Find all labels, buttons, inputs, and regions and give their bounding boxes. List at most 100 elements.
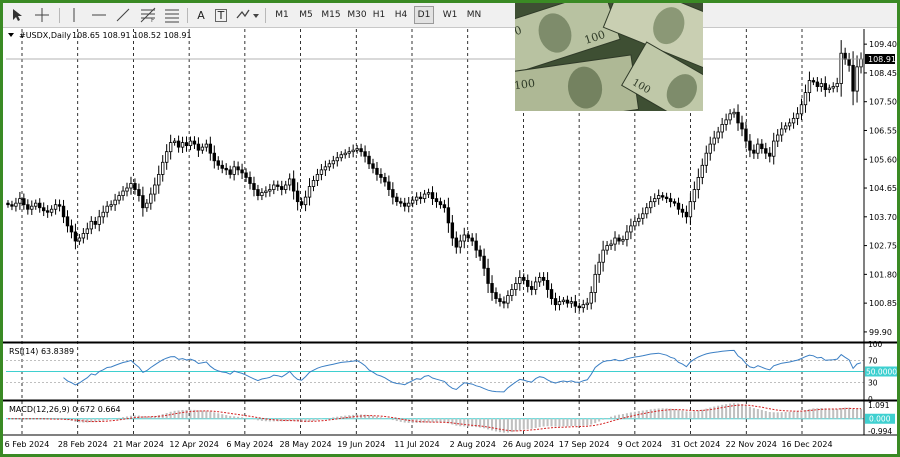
candle-body (42, 207, 46, 212)
candle-body (498, 298, 502, 303)
candle-body (188, 140, 193, 147)
candle-body (748, 140, 752, 151)
candle-body (137, 189, 141, 197)
candle-body (284, 184, 288, 190)
candle-body (105, 205, 109, 213)
candle-body (561, 299, 566, 303)
candle-body (462, 234, 466, 242)
y-tick-label: 104.65 (869, 184, 897, 193)
candle-body (276, 184, 280, 187)
y-tick-label: 106.55 (869, 126, 897, 135)
x-tick-label: 28 Feb 2024 (58, 440, 108, 449)
candle-body (716, 131, 720, 139)
candle-body (565, 299, 570, 304)
candle-body (712, 137, 716, 145)
candle-body (399, 201, 403, 204)
candle-body (355, 148, 359, 151)
y-tick-label: 99.90 (869, 328, 892, 337)
candle-body (656, 195, 661, 200)
candle-body (383, 177, 387, 183)
candle-body (728, 113, 732, 121)
candle-body (149, 193, 153, 204)
candle-body (617, 237, 621, 242)
candle-body (696, 177, 701, 190)
candle-body (248, 177, 252, 184)
candle-body (161, 161, 165, 175)
candle-body (81, 233, 86, 239)
candle-body (323, 166, 328, 171)
candle-body (77, 237, 82, 242)
candle-body (772, 140, 776, 157)
candle-body (97, 216, 101, 225)
candle-body (736, 111, 740, 124)
candle-body (811, 80, 816, 83)
x-tick-label: 9 Oct 2024 (618, 440, 662, 449)
candle-body (133, 183, 137, 190)
candle-body (327, 163, 332, 168)
chart-menu-icon[interactable] (8, 33, 14, 37)
candle-body (859, 58, 863, 68)
candle-body (208, 143, 213, 154)
x-tick-label: 2 Aug 2024 (450, 440, 496, 449)
candle-body (752, 149, 756, 154)
candle-body (526, 280, 530, 287)
candle-body (6, 202, 10, 206)
chart-canvas[interactable]: 6 Feb 2024 28 Feb 2024 21 Mar 2024 12 Apr 2… (0, 0, 900, 457)
rsi-tick-label: 70 (868, 357, 878, 366)
candle-body (510, 289, 514, 296)
candle-body (200, 146, 205, 151)
candle-body (470, 237, 474, 242)
candle-body (291, 178, 296, 192)
candle-body (553, 298, 558, 306)
candle-body (827, 87, 831, 90)
candle-body (724, 119, 728, 125)
candle-body (268, 189, 272, 192)
candle-body (172, 140, 177, 143)
candle-body (264, 190, 268, 193)
candle-body (252, 183, 256, 190)
candle-body (319, 169, 324, 175)
candle-body (740, 122, 744, 130)
candle-body (633, 220, 637, 227)
candle-body (141, 195, 145, 209)
candle-body (307, 186, 312, 198)
candle-body (343, 152, 347, 156)
candle-body (815, 81, 820, 87)
candle-body (629, 225, 633, 233)
candle-body (212, 152, 216, 162)
x-tick-label: 19 Jun 2024 (337, 440, 385, 449)
candle-body (589, 292, 593, 304)
candle-body (458, 240, 462, 248)
candle-body (410, 199, 415, 204)
candle-body (597, 261, 601, 275)
rsi-value-label: 50.0000 (866, 368, 897, 377)
candle-body (819, 83, 824, 87)
candle-body (621, 239, 625, 242)
candle-body (395, 196, 399, 203)
rsi-tick-label: 100 (868, 340, 883, 349)
candle-body (474, 240, 478, 251)
candle-body (641, 213, 645, 219)
candle-body (795, 113, 800, 119)
candle-body (799, 104, 804, 115)
candle-body (244, 172, 248, 178)
candle-body (391, 189, 395, 198)
y-tick-label: 102.75 (869, 242, 897, 251)
x-tick-label: 6 Feb 2024 (5, 440, 50, 449)
x-tick-label: 31 Oct 2024 (671, 440, 720, 449)
y-tick-label: 108.45 (869, 69, 897, 78)
candle-body (236, 166, 240, 171)
candle-body (157, 173, 161, 186)
candle-body (57, 204, 62, 207)
candle-body (117, 195, 121, 201)
candle-body (299, 201, 304, 206)
candle-body (541, 276, 546, 281)
candle-body (847, 58, 851, 66)
candle-body (153, 184, 157, 195)
candle-body (69, 225, 74, 233)
candle-body (363, 151, 367, 157)
candle-body (851, 64, 855, 92)
candle-body (791, 117, 796, 124)
candle-body (228, 169, 232, 175)
candle-body (61, 205, 66, 218)
